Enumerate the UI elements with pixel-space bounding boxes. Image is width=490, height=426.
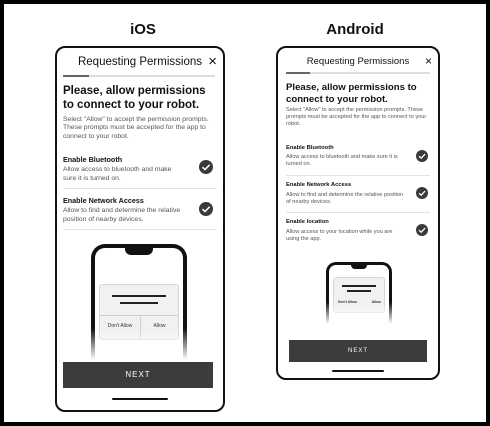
android-next-button[interactable]: NEXT xyxy=(289,340,427,362)
ios-phone: Requesting Permissions × Please, allow p… xyxy=(55,46,225,412)
ios-header-title: Requesting Permissions xyxy=(77,56,202,68)
android-label: Android xyxy=(326,21,384,38)
android-perm-network-title: Enable Network Access xyxy=(286,182,352,188)
ios-divider xyxy=(63,229,217,230)
android-perm-network-desc: Allow to find and determine the relative… xyxy=(286,192,404,206)
ios-perm-bluetooth-desc: Allow access to bluetooth and make sure … xyxy=(63,166,172,182)
ios-perm-bluetooth-title: Enable Bluetooth xyxy=(63,155,123,164)
ios-divider xyxy=(63,188,217,189)
close-icon[interactable]: × xyxy=(425,54,432,68)
ios-illustration-notch xyxy=(125,248,153,255)
check-icon[interactable] xyxy=(199,160,213,174)
ios-progress-fill xyxy=(63,75,89,77)
check-icon[interactable] xyxy=(199,202,213,216)
android-divider xyxy=(286,212,430,213)
android-perm-bluetooth-desc: Allow access to bluetooth and make sure … xyxy=(286,154,398,168)
android-perm-location-desc: Allow access to your location while you … xyxy=(286,229,393,243)
android-phone: Requesting Permissions × Please, allow p… xyxy=(276,46,440,380)
android-phone-illustration: Don't Allow Allow xyxy=(326,262,392,324)
android-home-indicator xyxy=(332,370,384,372)
android-dialog-line xyxy=(347,290,371,292)
ios-home-indicator xyxy=(112,398,168,400)
close-icon[interactable]: × xyxy=(208,53,217,70)
ios-label: iOS xyxy=(130,21,156,38)
android-divider xyxy=(286,175,430,176)
ios-progress-bar xyxy=(63,75,215,77)
ios-next-button[interactable]: NEXT xyxy=(63,362,213,388)
android-illustration-notch xyxy=(351,265,367,269)
ios-perm-network-desc: Allow to find and determine the relative… xyxy=(63,207,181,223)
android-progress-bar xyxy=(286,72,430,74)
ios-heading: Please, allow permissions to connect to … xyxy=(63,85,206,111)
android-perm-location-title: Enable location xyxy=(286,219,329,225)
ios-phone-illustration: Don't Allow Allow xyxy=(91,244,187,360)
android-illustration-fade xyxy=(326,302,392,324)
check-icon[interactable] xyxy=(416,187,428,199)
android-header-title: Requesting Permissions xyxy=(306,56,410,67)
check-icon[interactable] xyxy=(416,224,428,236)
android-subtext: Select "Allow" to accept the permission … xyxy=(286,107,427,127)
android-dialog-line xyxy=(342,285,376,287)
ios-dialog-line xyxy=(112,295,166,297)
ios-perm-network-title: Enable Network Access xyxy=(63,196,144,205)
ios-illustration-fade xyxy=(91,328,187,360)
ios-subtext: Select "Allow" to accept the permission … xyxy=(63,116,209,140)
ios-dialog-separator xyxy=(100,315,178,316)
android-progress-fill xyxy=(286,72,310,74)
android-heading: Please, allow permissions to connect to … xyxy=(286,82,417,105)
android-perm-bluetooth-title: Enable Bluetooth xyxy=(286,145,334,151)
check-icon[interactable] xyxy=(416,150,428,162)
ios-dialog-line xyxy=(120,302,158,304)
